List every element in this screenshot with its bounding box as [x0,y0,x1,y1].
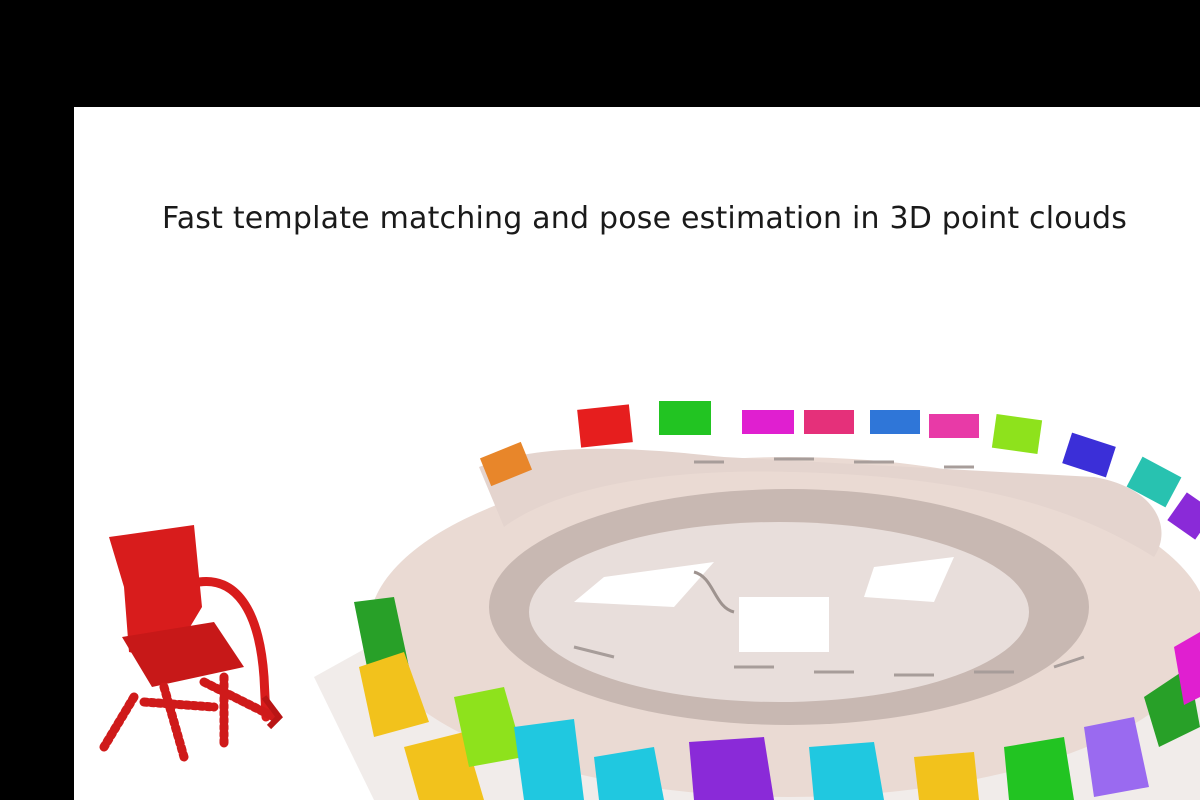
chair [991,413,1043,455]
template-chair [99,525,283,762]
floor-gap [739,597,829,652]
chair [689,737,774,800]
chair [804,410,854,434]
template-chair-base [99,672,279,762]
chair [914,752,979,800]
chair [577,404,633,448]
chair [870,410,920,434]
point-cloud-figure [99,401,1200,800]
slide-canvas: Fast template matching and pose estimati… [74,107,1200,800]
chair [514,719,584,800]
chair [809,742,884,800]
chair [929,414,979,438]
chair [742,410,794,434]
chair [1062,432,1116,478]
chair [1167,492,1200,540]
chair [1004,737,1074,800]
chair [659,401,711,435]
